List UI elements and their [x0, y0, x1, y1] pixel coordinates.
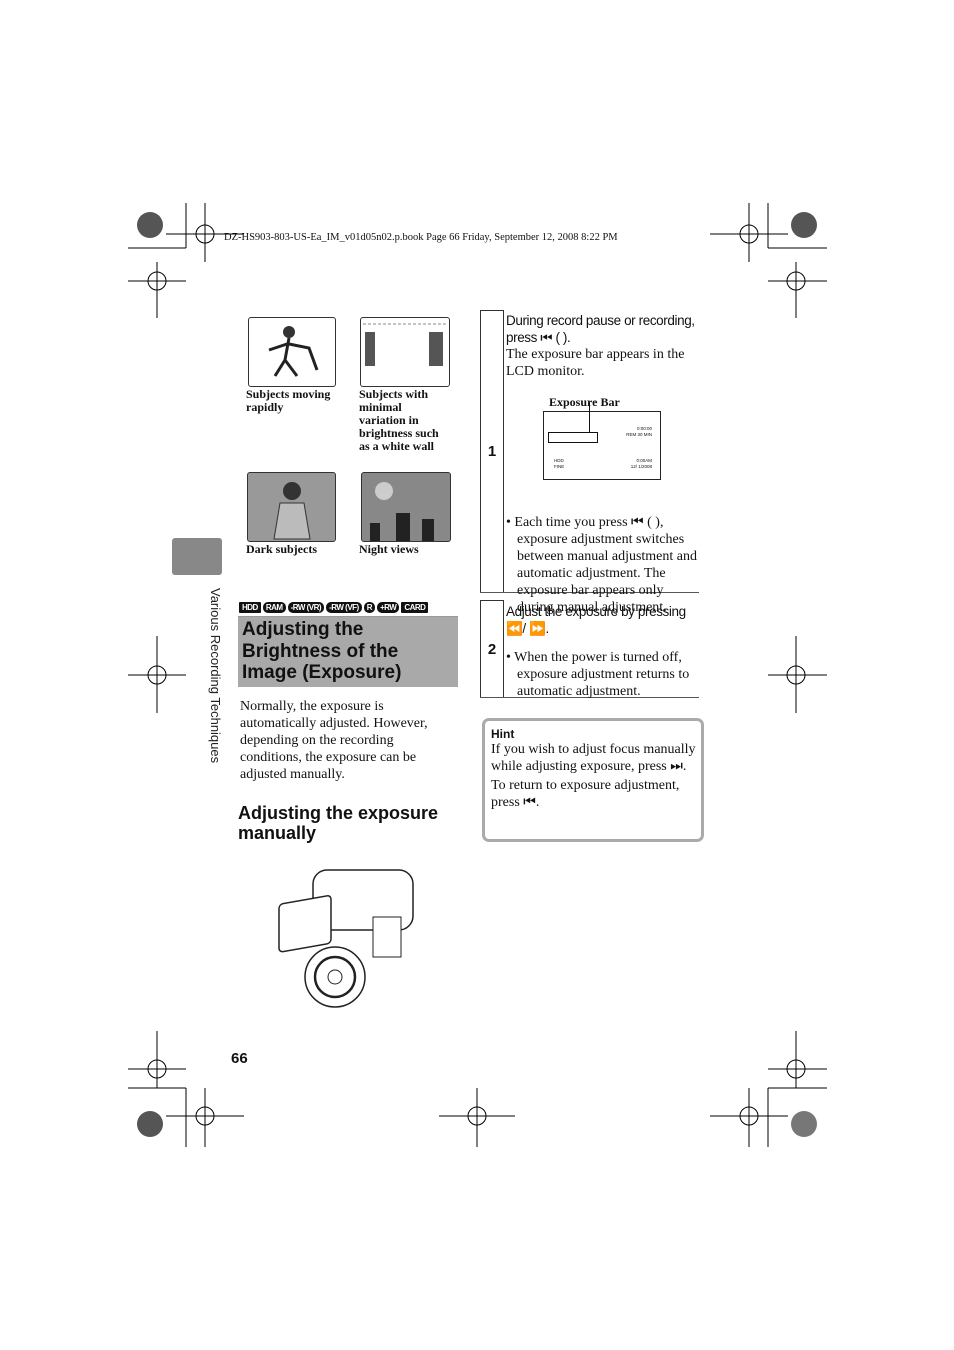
step-number: 2	[480, 600, 504, 697]
crop-marks	[128, 203, 827, 1147]
camcorder-illustration	[278, 869, 414, 1008]
illustration-hockey-player	[248, 317, 336, 387]
step-result: The exposure bar appears in the LCD moni…	[506, 347, 685, 379]
hint-title: Hint	[491, 727, 515, 741]
print-header: DZ-HS903-803-US-Ea_IM_v01d05n02.p.book P…	[224, 232, 618, 243]
lcd-monitor-figure: 0:00:00 REM 30 MIN HDD FINE 0:00AM 12/ 1…	[543, 402, 661, 480]
badge-plus-rw: +RW	[376, 602, 400, 613]
intro-text: Normally, the exposure is automatically …	[240, 699, 428, 782]
caption: Subjects moving rapidly	[246, 387, 331, 414]
caption: Night views	[359, 542, 419, 556]
section-tab-label: Various Recording Techniques	[208, 588, 223, 764]
lcd-clock: 0:00AM	[636, 458, 652, 463]
page-number: 66	[231, 1050, 248, 1067]
badge-r: R	[363, 602, 375, 613]
lcd-remain: REM 30 MIN	[626, 432, 652, 437]
section-title: Adjusting the Brightness of the Image (E…	[242, 619, 402, 683]
caption: Subjects with minimal variation in brigh…	[359, 387, 439, 453]
lcd-date: 12/ 1/2008	[630, 464, 652, 469]
subheading: Adjusting the exposure manually	[238, 803, 439, 843]
step-instruction: During record pause or recording, press …	[506, 313, 695, 345]
figure-label: Exposure Bar	[549, 395, 620, 409]
badge-rw-vf: -RW (VF)	[326, 602, 362, 613]
badge-rw-vr: -RW (VR)	[287, 602, 325, 613]
step-note-text: When the power is turned off, exposure a…	[514, 650, 690, 699]
step-2: 2 Adjust the exposure by pressing ⏪/ ⏩. …	[480, 600, 699, 699]
hint-text: To return to exposure adjustment, press …	[491, 778, 680, 810]
media-badges: HDD RAM -RW (VR) -RW (VF) R +RW CARD	[239, 602, 429, 613]
section-tab	[172, 538, 222, 575]
badge-hdd: HDD	[239, 602, 261, 613]
lcd-media: HDD	[554, 458, 564, 463]
step-number: 1	[480, 310, 504, 592]
lcd-time: 0:00:00	[636, 426, 652, 431]
callout-line	[589, 402, 590, 432]
step-note: • When the power is turned off, exposure…	[506, 650, 690, 699]
manual-page: DZ-HS903-803-US-Ea_IM_v01d05n02.p.book P…	[0, 0, 954, 1350]
hint-box: Hint If you wish to adjust focus manuall…	[482, 718, 704, 842]
illustration-white-wall	[360, 317, 450, 387]
badge-card: CARD	[401, 602, 429, 613]
badge-ram: RAM	[262, 602, 286, 613]
exposure-bar	[548, 432, 598, 443]
illustration-dark-subject	[247, 472, 336, 542]
hint-text: If you wish to adjust focus manually whi…	[491, 742, 696, 774]
lcd-quality: FINE	[554, 464, 565, 469]
section-title-box: Adjusting the Brightness of the Image (E…	[238, 617, 458, 687]
step-instruction: Adjust the exposure by pressing ⏪/ ⏩.	[506, 604, 686, 636]
illustration-night-view	[361, 472, 451, 542]
caption: Dark subjects	[246, 542, 317, 556]
